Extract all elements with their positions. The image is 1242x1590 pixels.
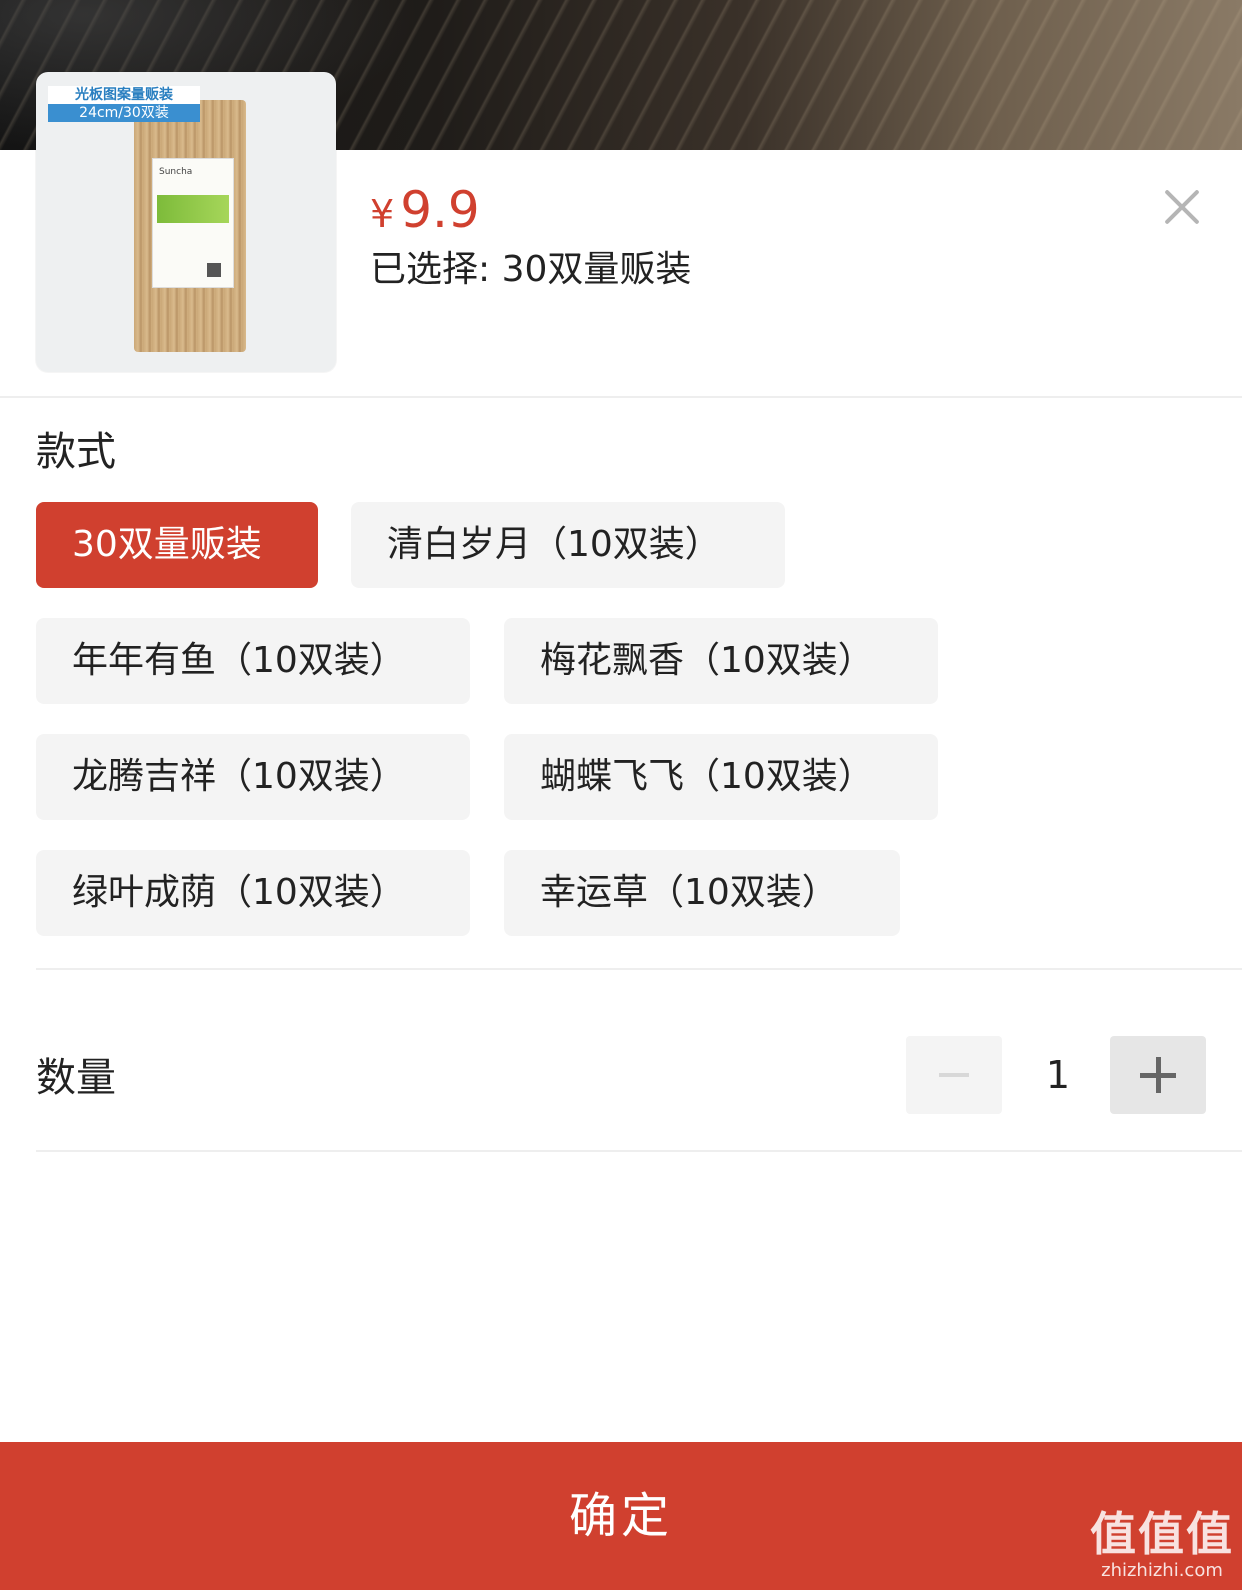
image-tag-line1: 光板图案量贩装 [48,86,200,104]
quantity-decrease-button[interactable] [906,1036,1002,1114]
quantity-value[interactable]: 1 [1010,1036,1106,1114]
selected-variant-text: 已选择: 30双量贩装 [370,249,692,290]
divider-top [0,396,1242,398]
price: ¥9.9 [370,182,480,242]
quantity-increase-button[interactable] [1110,1036,1206,1114]
package-green-band [157,195,229,223]
style-option-qingbai[interactable]: 清白岁月（10双装） [351,502,785,588]
style-option-hudie[interactable]: 蝴蝶飞飞（10双装） [504,734,938,820]
style-option-longteng[interactable]: 龙腾吉祥（10双装） [36,734,470,820]
sku-selector-sheet: Suncha 光板图案量贩装 24cm/30双装 ¥9.9 已选择: 30双量贩… [0,72,1242,1590]
watermark: 值值值 zhizhizhi.com [1090,1508,1234,1582]
watermark-url: zhizhizhi.com [1101,1560,1223,1581]
product-thumbnail: Suncha 光板图案量贩装 24cm/30双装 [36,72,336,372]
divider-middle [36,968,1242,970]
package-label: Suncha [152,158,234,288]
product-image-tag: 光板图案量贩装 24cm/30双装 [48,86,200,122]
style-option-30-pack[interactable]: 30双量贩装 [36,502,318,588]
quantity-title: 数量 [36,1055,116,1101]
close-icon[interactable] [1160,184,1204,228]
style-section-title: 款式 [36,429,116,475]
style-option-niannian[interactable]: 年年有鱼（10双装） [36,618,470,704]
currency-symbol: ¥ [370,192,395,236]
qr-code-icon [207,263,221,277]
image-tag-line2: 24cm/30双装 [48,104,200,122]
divider-bottom [36,1150,1242,1152]
package-brand: Suncha [159,167,193,177]
price-value: 9.9 [400,181,480,239]
style-option-lvye[interactable]: 绿叶成荫（10双装） [36,850,470,936]
style-option-meihua[interactable]: 梅花飘香（10双装） [504,618,938,704]
confirm-button[interactable]: 确定 [0,1442,1242,1590]
watermark-title: 值值值 [1090,1507,1234,1561]
style-option-xingyuncao[interactable]: 幸运草（10双装） [504,850,900,936]
